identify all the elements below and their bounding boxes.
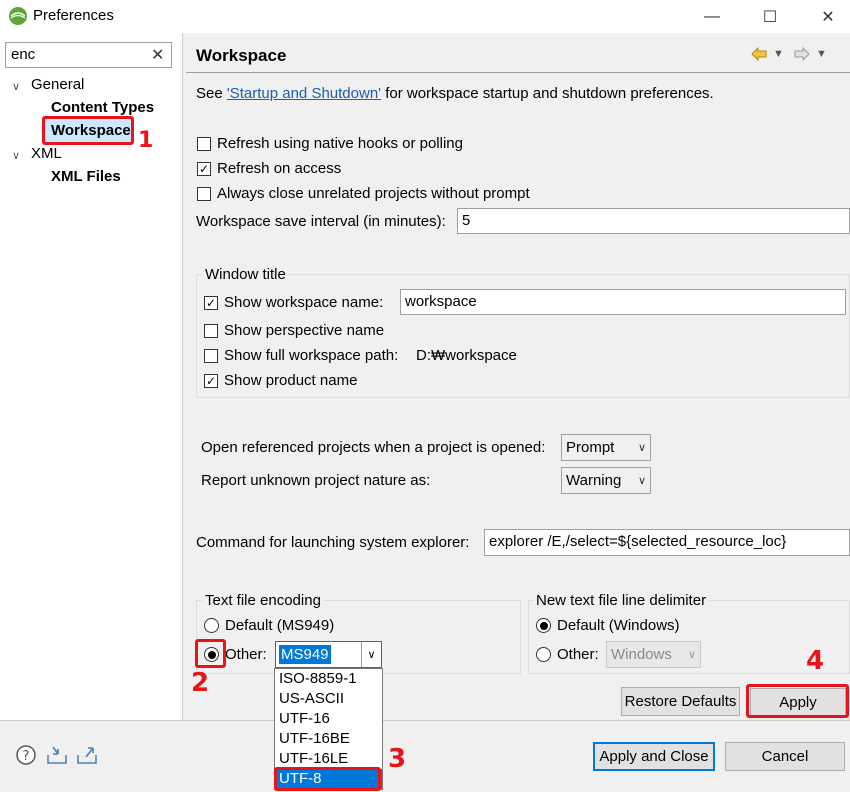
encoding-default-radio[interactable]: Default (MS949) [204, 617, 334, 634]
encoding-other-label: Other: [225, 646, 267, 663]
annotation-box-apply [746, 684, 849, 718]
encoding-option[interactable]: UTF-16 [275, 709, 382, 729]
explorer-command-label: Command for launching system explorer: [196, 534, 470, 551]
checkbox-box[interactable]: ✓ [197, 161, 211, 176]
show-full-path-label: Show full workspace path: [224, 347, 399, 364]
report-nature-value: Warning [566, 472, 622, 489]
encoding-option[interactable]: UTF-16BE [275, 729, 382, 749]
cancel-button[interactable]: Cancel [725, 742, 845, 771]
annotation-box-utf8 [274, 767, 381, 791]
delimiter-default-radio[interactable]: Default (Windows) [536, 617, 680, 634]
encoding-option[interactable]: ISO-8859-1 [275, 669, 382, 689]
encoding-option[interactable]: US-ASCII [275, 689, 382, 709]
title-separator [186, 72, 850, 73]
report-nature-label: Report unknown project nature as: [201, 472, 431, 489]
chevron-down-icon[interactable]: ∨ [361, 642, 381, 667]
radio-button[interactable] [536, 618, 551, 633]
svg-text:?: ? [23, 749, 30, 764]
explorer-command-input[interactable]: explorer /E,/select=${selected_resource_… [484, 529, 850, 556]
see-prefix: See [196, 85, 227, 102]
back-arrow-icon[interactable] [751, 47, 767, 61]
delimiter-other-label: Other: [557, 646, 599, 663]
checkbox-box[interactable] [197, 136, 211, 151]
window-title-group-label: Window title [202, 266, 289, 283]
always-close-checkbox[interactable]: Always close unrelated projects without … [197, 185, 530, 202]
encoding-default-label: Default (MS949) [225, 617, 335, 634]
chevron-down-icon: ∨ [637, 442, 646, 454]
save-interval-input[interactable]: 5 [457, 208, 850, 234]
show-product-checkbox[interactable]: ✓ Show product name [204, 372, 357, 389]
radio-button[interactable] [536, 647, 551, 662]
delimiter-value: Windows [611, 646, 672, 663]
export-icon[interactable] [76, 745, 98, 765]
tree-item-xml[interactable]: XML [31, 145, 62, 162]
chevron-down-icon: ∨ [637, 475, 646, 487]
footer-bar [0, 721, 850, 792]
page-title: Workspace [196, 46, 287, 65]
startup-shutdown-link[interactable]: 'Startup and Shutdown' [227, 85, 381, 102]
tree-item-general[interactable]: General [31, 76, 84, 93]
delimiter-default-label: Default (Windows) [557, 617, 680, 634]
filter-input[interactable]: enc [5, 42, 172, 68]
annotation-number: 1 [138, 128, 154, 153]
help-icon[interactable]: ? [16, 745, 36, 765]
open-referenced-value: Prompt [566, 439, 615, 456]
checkbox-box[interactable]: ✓ [204, 373, 218, 388]
line-delimiter-group-label: New text file line delimiter [533, 592, 710, 609]
close-button[interactable]: ✕ [804, 0, 850, 33]
tree-item-xml-files[interactable]: XML Files [51, 168, 121, 185]
refresh-access-checkbox[interactable]: ✓ Refresh on access [197, 160, 341, 177]
window-title: Preferences [33, 7, 114, 24]
text-encoding-group-label: Text file encoding [202, 592, 324, 609]
forward-arrow-icon[interactable] [794, 47, 810, 61]
maximize-button[interactable]: ☐ [746, 0, 794, 33]
show-workspace-name-label: Show workspace name: [224, 294, 384, 311]
open-referenced-select[interactable]: Prompt ∨ [561, 434, 651, 461]
back-dropdown-icon[interactable]: ▼ [773, 48, 784, 60]
tree-item-content-types[interactable]: Content Types [51, 99, 154, 116]
restore-defaults-button[interactable]: Restore Defaults [621, 687, 740, 716]
annotation-number: 2 [191, 668, 210, 698]
annotation-number: 3 [388, 744, 407, 774]
encoding-combo-value[interactable]: MS949 [279, 645, 331, 664]
workspace-name-input[interactable]: workspace [400, 289, 846, 315]
checkbox-box[interactable]: ✓ [204, 295, 218, 310]
report-nature-select[interactable]: Warning ∨ [561, 467, 651, 494]
refresh-native-label: Refresh using native hooks or polling [217, 135, 463, 152]
eclipse-icon [9, 7, 27, 25]
chevron-down-icon[interactable]: ∨ [12, 80, 20, 93]
forward-dropdown-icon[interactable]: ▼ [816, 48, 827, 60]
show-product-label: Show product name [224, 372, 358, 389]
refresh-access-label: Refresh on access [217, 160, 342, 177]
annotation-box-other-radio [195, 639, 226, 668]
import-icon[interactable] [46, 745, 68, 765]
chevron-right-icon[interactable]: ∨ [12, 149, 20, 162]
clear-filter-icon[interactable]: ✕ [151, 45, 164, 65]
checkbox-box[interactable] [204, 323, 218, 338]
startup-shutdown-text: See 'Startup and Shutdown' for workspace… [196, 85, 714, 102]
checkbox-box[interactable] [197, 186, 211, 201]
minimize-button[interactable]: — [688, 0, 736, 33]
show-perspective-label: Show perspective name [224, 322, 385, 339]
annotation-number: 4 [806, 646, 825, 676]
save-interval-label: Workspace save interval (in minutes): [196, 213, 446, 230]
radio-button[interactable] [204, 618, 219, 633]
show-workspace-name-checkbox[interactable]: ✓ Show workspace name: [204, 294, 383, 311]
show-full-path-checkbox[interactable]: Show full workspace path: [204, 347, 398, 364]
delimiter-select[interactable]: Windows ∨ [606, 641, 701, 668]
chevron-down-icon: ∨ [687, 649, 696, 661]
delimiter-other-radio[interactable]: Other: [536, 646, 599, 663]
see-suffix: for workspace startup and shutdown prefe… [381, 85, 714, 102]
full-path-value: D:₩workspace [416, 347, 517, 364]
checkbox-box[interactable] [204, 348, 218, 363]
show-perspective-checkbox[interactable]: Show perspective name [204, 322, 384, 339]
apply-and-close-button[interactable]: Apply and Close [593, 742, 715, 771]
refresh-native-checkbox[interactable]: Refresh using native hooks or polling [197, 135, 463, 152]
annotation-box-workspace [42, 116, 134, 145]
encoding-option[interactable]: UTF-16LE [275, 749, 382, 769]
always-close-label: Always close unrelated projects without … [217, 185, 530, 202]
open-referenced-label: Open referenced projects when a project … [201, 439, 546, 456]
